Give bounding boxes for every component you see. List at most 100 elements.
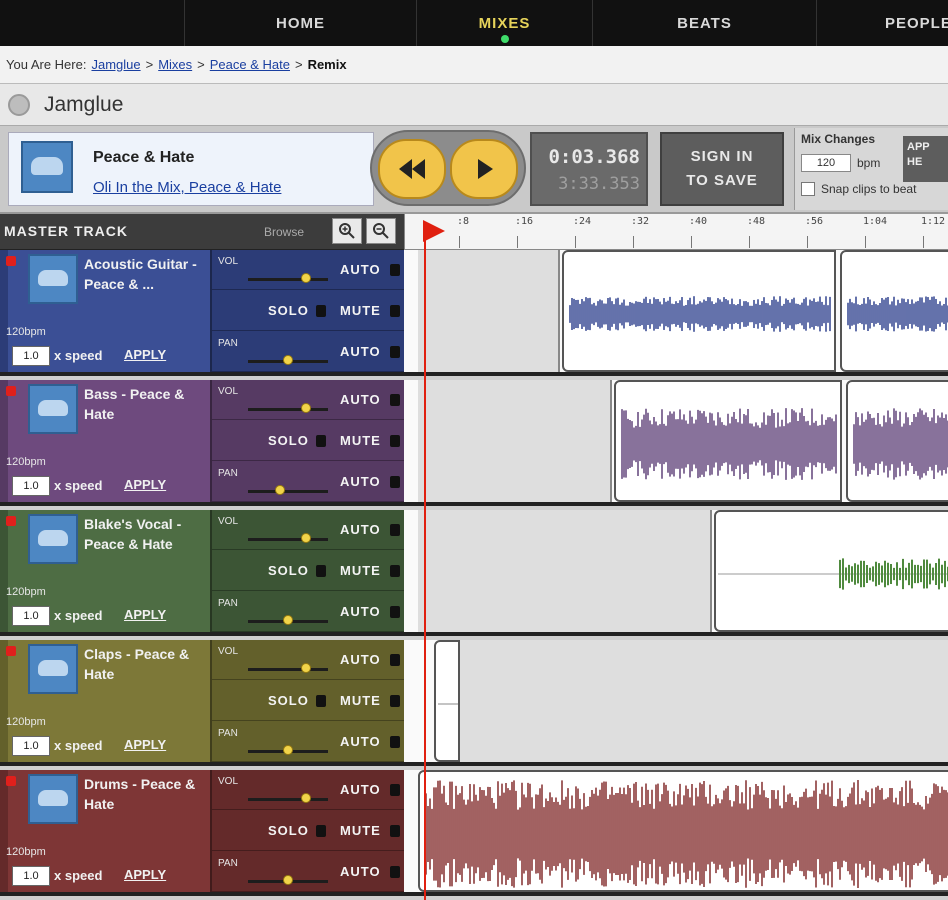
volume-slider[interactable] [248,273,328,283]
nav-home[interactable]: HOME [184,0,416,46]
volume-slider-knob[interactable] [300,793,311,803]
breadcrumb-link-song[interactable]: Peace & Hate [210,57,290,72]
audio-clip[interactable] [614,380,842,502]
solo-indicator [316,825,326,837]
timeline-ruler[interactable]: :8:16:24:32:40:48:56 1:04 1:12 [404,214,948,250]
pan-slider-knob[interactable] [283,615,293,625]
volume-auto-button[interactable]: AUTO [340,392,381,407]
playhead-line [424,232,426,900]
browse-label[interactable]: Browse [264,225,304,239]
snap-checkbox[interactable] [801,182,815,196]
audio-clip[interactable] [846,380,948,502]
pan-auto-button[interactable]: AUTO [340,734,381,749]
record-arm-icon[interactable] [6,776,16,786]
pan-slider-knob[interactable] [275,485,285,495]
pan-auto-button[interactable]: AUTO [340,344,381,359]
track-lane[interactable] [404,510,948,636]
mute-button[interactable]: MUTE [340,433,381,448]
zoom-out-button[interactable] [366,218,396,244]
speed-input[interactable]: 1.0 [12,866,50,886]
volume-slider[interactable] [248,403,328,413]
pan-slider-knob[interactable] [283,355,293,365]
audio-clip[interactable] [714,510,948,632]
track-name: Blake's Vocal - Peace & Hate [84,516,182,552]
solo-button[interactable]: SOLO [268,823,309,838]
apply-speed-button[interactable]: APPLY [124,607,166,622]
solo-button[interactable]: SOLO [268,303,309,318]
apply-speed-button[interactable]: APPLY [124,737,166,752]
song-link[interactable]: Oli In the Mix, Peace & Hate [93,179,281,196]
audio-clip[interactable] [840,250,948,372]
volume-slider-knob[interactable] [300,273,311,283]
breadcrumb-link-mixes[interactable]: Mixes [158,57,192,72]
volume-slider-knob[interactable] [300,403,311,413]
solo-button[interactable]: SOLO [268,433,309,448]
zoom-in-button[interactable] [332,218,362,244]
playhead-flag-icon[interactable] [423,220,445,242]
track-lane[interactable] [404,250,948,376]
pan-slider-knob[interactable] [283,745,293,755]
empty-region[interactable] [418,380,612,502]
pan-slider[interactable] [248,485,328,495]
mute-indicator [390,565,400,577]
mute-indicator [390,305,400,317]
pan-slider[interactable] [248,745,328,755]
volume-auto-button[interactable]: AUTO [340,262,381,277]
pan-slider[interactable] [248,355,328,365]
pan-slider[interactable] [248,875,328,885]
play-button[interactable] [450,139,518,199]
apply-speed-button[interactable]: APPLY [124,867,166,882]
speed-input[interactable]: 1.0 [12,606,50,626]
apply-mix-button[interactable]: APP HE [903,136,948,182]
record-arm-icon[interactable] [6,516,16,526]
sign-in-to-save-button[interactable]: SIGN IN TO SAVE [660,132,784,206]
speed-input[interactable]: 1.0 [12,476,50,496]
record-arm-icon[interactable] [6,646,16,656]
nav-beats[interactable]: BEATS [592,0,816,46]
track-controls: VOL AUTO SOLO MUTE PAN AUTO [210,250,406,372]
volume-slider[interactable] [248,663,328,673]
track-lane[interactable] [404,770,948,896]
solo-button[interactable]: SOLO [268,563,309,578]
track-lane[interactable] [404,380,948,506]
volume-auto-button[interactable]: AUTO [340,782,381,797]
empty-region[interactable] [460,640,948,762]
pan-slider[interactable] [248,615,328,625]
audio-clip[interactable] [418,770,948,892]
bpm-input[interactable]: 120 [801,154,851,172]
empty-region[interactable] [418,250,560,372]
mute-button[interactable]: MUTE [340,563,381,578]
volume-auto-button[interactable]: AUTO [340,652,381,667]
apply-speed-button[interactable]: APPLY [124,347,166,362]
nav-mixes[interactable]: MIXES [416,0,592,46]
speed-input[interactable]: 1.0 [12,736,50,756]
record-arm-icon[interactable] [6,386,16,396]
apply-speed-button[interactable]: APPLY [124,477,166,492]
solo-button[interactable]: SOLO [268,693,309,708]
nav-people[interactable]: PEOPLE [816,0,948,46]
volume-slider[interactable] [248,793,328,803]
pan-auto-button[interactable]: AUTO [340,604,381,619]
breadcrumb-link-jamglue[interactable]: Jamglue [91,57,140,72]
volume-slider-knob[interactable] [300,663,311,673]
volume-slider-knob[interactable] [300,533,311,543]
speed-input[interactable]: 1.0 [12,346,50,366]
audio-clip[interactable] [562,250,836,372]
track-lane[interactable] [404,640,948,766]
solo-mute-row: SOLO MUTE [212,291,406,331]
pan-auto-indicator [390,736,400,748]
waveform [569,296,831,332]
mute-button[interactable]: MUTE [340,823,381,838]
pan-slider-knob[interactable] [283,875,293,885]
mute-button[interactable]: MUTE [340,303,381,318]
record-arm-icon[interactable] [6,256,16,266]
empty-region[interactable] [418,510,712,632]
pan-auto-button[interactable]: AUTO [340,474,381,489]
mute-button[interactable]: MUTE [340,693,381,708]
volume-slider[interactable] [248,533,328,543]
rewind-button[interactable] [378,139,446,199]
audio-clip[interactable] [434,640,460,762]
pan-auto-button[interactable]: AUTO [340,864,381,879]
volume-auto-button[interactable]: AUTO [340,522,381,537]
